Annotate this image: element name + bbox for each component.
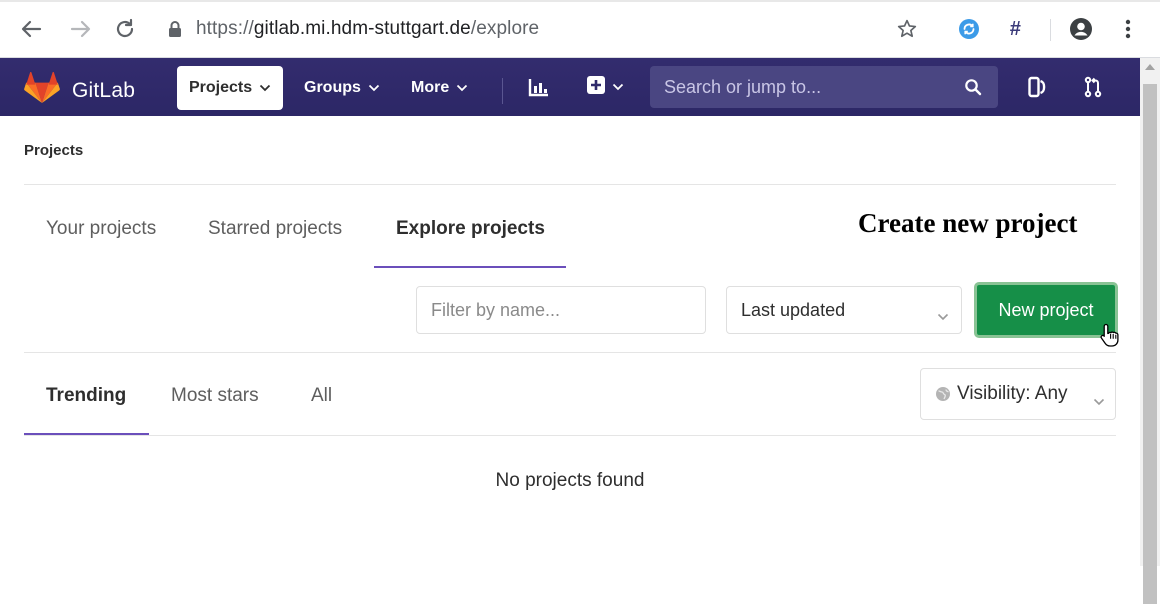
scroll-thumb[interactable]	[1143, 84, 1157, 604]
visibility-dropdown-label: Visibility: Any	[957, 383, 1068, 404]
chevron-down-icon	[456, 79, 468, 97]
browser-top-border	[0, 0, 1160, 2]
tab-your-projects[interactable]: Your projects	[46, 218, 156, 240]
account-avatar-icon[interactable]	[1066, 14, 1096, 44]
search-placeholder: Search or jump to...	[664, 76, 822, 97]
projects-dropdown-label: Projects	[189, 79, 253, 96]
sync-extension-icon[interactable]	[954, 14, 984, 44]
new-item-dropdown[interactable]	[582, 74, 628, 100]
empty-state-message: No projects found	[495, 470, 645, 491]
url-path: /explore	[470, 18, 540, 39]
scroll-up-arrow-icon[interactable]	[1145, 64, 1155, 70]
chevron-down-icon	[368, 79, 380, 97]
subtab-trending[interactable]: Trending	[46, 385, 126, 407]
subtab-divider	[24, 435, 1116, 436]
breadcrumb-divider	[24, 184, 1116, 185]
chevron-down-icon	[612, 83, 624, 91]
toolbar-divider	[1050, 19, 1051, 41]
merge-request-icon[interactable]	[1080, 74, 1106, 100]
groups-dropdown-label: Groups	[304, 79, 361, 96]
gitlab-tanuki-icon	[24, 71, 60, 109]
navbar-divider	[502, 78, 503, 104]
subtab-most-stars[interactable]: Most stars	[171, 385, 259, 407]
chevron-down-icon	[259, 79, 271, 97]
annotation-caption: Create new project	[858, 208, 1078, 238]
tab-explore-projects[interactable]: Explore projects	[396, 218, 545, 240]
browser-menu-icon[interactable]	[1116, 14, 1140, 44]
sort-dropdown[interactable]: Last updated	[726, 286, 962, 334]
back-arrow-icon[interactable]	[16, 14, 46, 44]
active-tab-indicator	[374, 266, 566, 268]
breadcrumb[interactable]: Projects	[24, 142, 83, 159]
filter-divider	[24, 352, 1116, 353]
chevron-down-icon	[1093, 390, 1105, 412]
more-dropdown-label: More	[411, 79, 450, 96]
gitlab-brand-text: GitLab	[72, 78, 136, 102]
bookmark-star-icon[interactable]	[892, 14, 922, 44]
sort-dropdown-value: Last updated	[741, 299, 846, 320]
url-host: gitlab.mi.hdm-stuttgart.de	[253, 18, 471, 39]
groups-dropdown[interactable]: Groups	[304, 66, 380, 110]
search-icon	[964, 78, 982, 101]
plus-square-icon	[586, 75, 606, 100]
hashtag-extension-icon[interactable]: #	[1000, 14, 1030, 44]
reload-icon[interactable]	[110, 14, 140, 44]
gitlab-navbar: GitLab Projects Groups More Search or ju…	[0, 58, 1140, 116]
globe-icon	[935, 386, 951, 402]
more-dropdown[interactable]: More	[411, 66, 468, 110]
gitlab-home-link[interactable]: GitLab	[24, 71, 136, 109]
issues-icon[interactable]	[1024, 74, 1050, 100]
tab-starred-projects[interactable]: Starred projects	[208, 218, 342, 240]
page-scrollbar[interactable]	[1140, 58, 1160, 604]
forward-arrow-icon[interactable]	[66, 14, 96, 44]
activity-chart-icon[interactable]	[526, 74, 552, 100]
lock-icon	[168, 20, 182, 38]
search-input[interactable]: Search or jump to...	[650, 66, 998, 108]
address-bar[interactable]: https://gitlab.mi.hdm-stuttgart.de/explo…	[168, 13, 1008, 45]
browser-toolbar: https://gitlab.mi.hdm-stuttgart.de/explo…	[0, 0, 1160, 58]
url-scheme: https://	[196, 18, 254, 39]
chevron-down-icon	[937, 305, 949, 326]
hand-pointer-cursor-icon	[1098, 322, 1124, 353]
new-project-button-label: New project	[977, 285, 1115, 335]
new-project-button[interactable]: New project	[974, 282, 1118, 338]
subtab-all[interactable]: All	[311, 385, 332, 407]
filter-by-name-input[interactable]	[416, 286, 706, 334]
visibility-dropdown[interactable]: Visibility: Any	[920, 368, 1116, 420]
projects-dropdown[interactable]: Projects	[177, 66, 284, 110]
